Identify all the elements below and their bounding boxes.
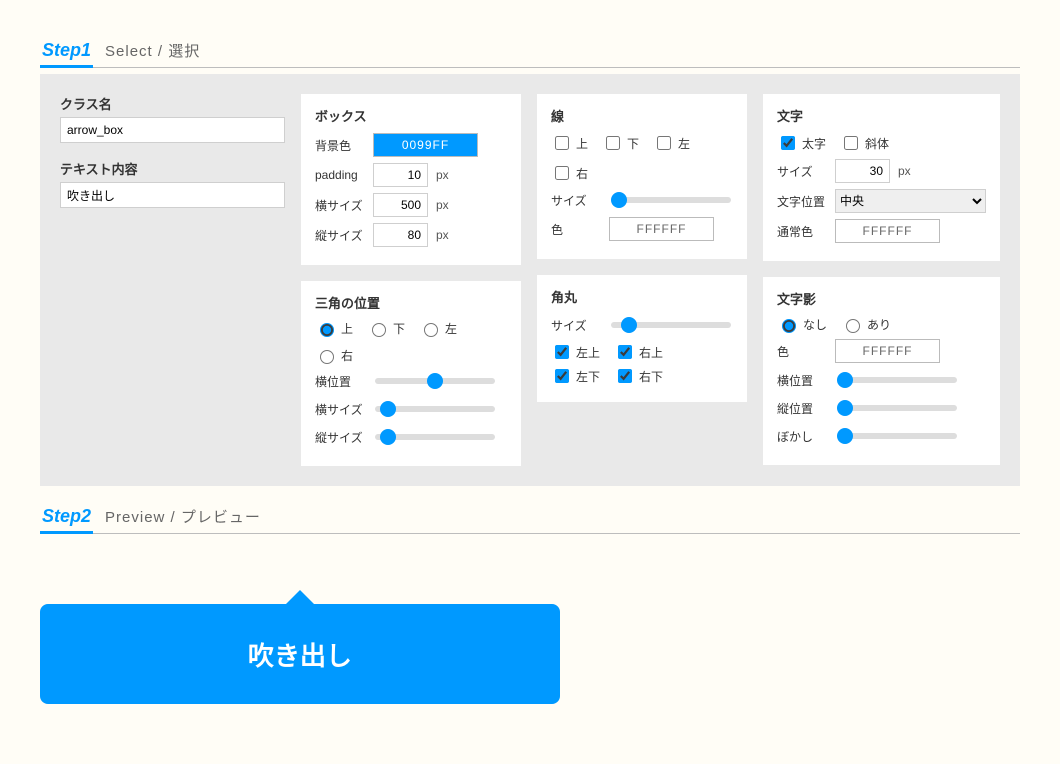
class-name-label: クラス名 <box>60 94 285 113</box>
text-color-label: 通常色 <box>777 223 827 240</box>
radius-br-check[interactable]: 右下 <box>614 366 663 386</box>
shadow-card: 文字影 なし あり 色 FFFFFF 横位置 縦位置 <box>763 277 1000 465</box>
shadow-vpos-slider[interactable] <box>837 405 957 411</box>
text-bold-check[interactable]: 太字 <box>777 133 826 153</box>
triangle-hsize-slider[interactable] <box>375 406 495 412</box>
text-color-swatch[interactable]: FFFFFF <box>835 219 940 243</box>
line-card: 線 上 下 左 右 サイズ 色 FFFFFF <box>537 94 747 259</box>
triangle-pos-top[interactable]: 上 <box>315 320 353 337</box>
settings-panel: クラス名 テキスト内容 ボックス 背景色 0099FF padding px <box>40 74 1020 486</box>
shadow-blur-label: ぼかし <box>777 428 827 445</box>
box-height-label: 縦サイズ <box>315 227 365 244</box>
text-size-label: サイズ <box>777 163 827 180</box>
preview-zone: 吹き出し <box>40 534 1020 724</box>
line-left-check[interactable]: 左 <box>653 133 690 153</box>
line-top-check[interactable]: 上 <box>551 133 588 153</box>
box-title: ボックス <box>315 106 507 125</box>
text-content-label: テキスト内容 <box>60 159 285 178</box>
radius-tr-check[interactable]: 右上 <box>614 342 663 362</box>
shadow-blur-slider[interactable] <box>837 433 957 439</box>
triangle-hsize-label: 横サイズ <box>315 401 365 418</box>
text-title: 文字 <box>777 106 986 125</box>
box-card: ボックス 背景色 0099FF padding px 横サイズ px 縦サイズ <box>301 94 521 265</box>
triangle-hpos-slider[interactable] <box>375 378 495 384</box>
text-align-select[interactable]: 中央 <box>835 189 986 213</box>
box-width-label: 横サイズ <box>315 197 365 214</box>
step2-header: Step2 Preview / プレビュー <box>40 506 1020 534</box>
radius-card: 角丸 サイズ 左上 右上 左下 右下 <box>537 275 747 402</box>
box-bg-swatch[interactable]: 0099FF <box>373 133 478 157</box>
shadow-color-label: 色 <box>777 343 827 360</box>
box-padding-label: padding <box>315 168 365 182</box>
shadow-title: 文字影 <box>777 289 986 308</box>
shadow-color-swatch[interactable]: FFFFFF <box>835 339 940 363</box>
step1-tab: Step1 <box>40 40 93 68</box>
triangle-pos-bottom[interactable]: 下 <box>367 320 405 337</box>
line-bottom-check[interactable]: 下 <box>602 133 639 153</box>
shadow-hpos-slider[interactable] <box>837 377 957 383</box>
radius-tl-check[interactable]: 左上 <box>551 342 600 362</box>
class-name-input[interactable] <box>60 117 285 143</box>
text-italic-check[interactable]: 斜体 <box>840 133 889 153</box>
radius-size-label: サイズ <box>551 317 601 334</box>
shadow-yes-radio[interactable]: あり <box>841 316 891 333</box>
step2-subtitle: Preview / プレビュー <box>105 506 261 527</box>
line-color-label: 色 <box>551 221 601 238</box>
box-height-input[interactable] <box>373 223 428 247</box>
box-padding-input[interactable] <box>373 163 428 187</box>
preview-arrow-box: 吹き出し <box>40 604 560 704</box>
triangle-pos-left[interactable]: 左 <box>419 320 457 337</box>
line-size-slider[interactable] <box>611 197 731 203</box>
text-card: 文字 太字 斜体 サイズ px 文字位置 中央 通常色 <box>763 94 1000 261</box>
step1-header: Step1 Select / 選択 <box>40 40 1020 68</box>
class-name-group: クラス名 <box>60 94 285 143</box>
line-title: 線 <box>551 106 733 125</box>
triangle-hpos-label: 横位置 <box>315 373 365 390</box>
shadow-vpos-label: 縦位置 <box>777 400 827 417</box>
text-align-label: 文字位置 <box>777 193 827 210</box>
text-content-group: テキスト内容 <box>60 159 285 208</box>
text-content-input[interactable] <box>60 182 285 208</box>
line-color-swatch[interactable]: FFFFFF <box>609 217 714 241</box>
box-width-input[interactable] <box>373 193 428 217</box>
box-bg-label: 背景色 <box>315 137 365 154</box>
line-size-label: サイズ <box>551 192 601 209</box>
shadow-none-radio[interactable]: なし <box>777 316 827 333</box>
preview-text: 吹き出し <box>248 636 352 673</box>
triangle-vsize-slider[interactable] <box>375 434 495 440</box>
triangle-card: 三角の位置 上 下 左 右 横位置 横サイズ 縦サイズ <box>301 281 521 466</box>
triangle-pos-radios: 上 下 左 右 <box>315 320 507 364</box>
triangle-title: 三角の位置 <box>315 293 507 312</box>
radius-bl-check[interactable]: 左下 <box>551 366 600 386</box>
step2-tab: Step2 <box>40 506 93 534</box>
radius-title: 角丸 <box>551 287 733 306</box>
text-size-input[interactable] <box>835 159 890 183</box>
step1-subtitle: Select / 選択 <box>105 40 200 61</box>
triangle-vsize-label: 縦サイズ <box>315 429 365 446</box>
triangle-pos-right[interactable]: 右 <box>315 347 353 364</box>
line-right-check[interactable]: 右 <box>551 163 588 183</box>
shadow-hpos-label: 横位置 <box>777 372 827 389</box>
radius-size-slider[interactable] <box>611 322 731 328</box>
